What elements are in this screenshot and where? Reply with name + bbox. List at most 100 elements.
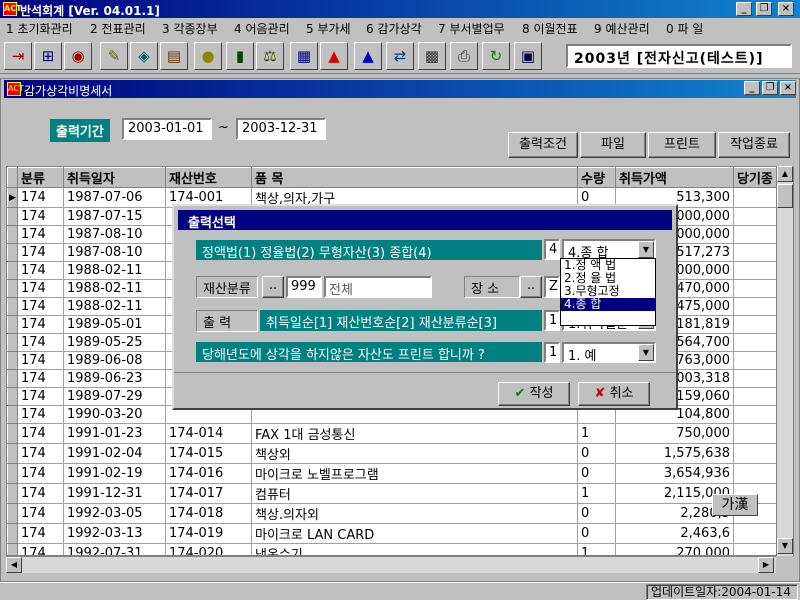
- cell-acq-date[interactable]: 1991-01-23: [63, 423, 166, 444]
- file-button[interactable]: 파일: [580, 132, 646, 158]
- menu-budget[interactable]: 9 예산관리: [594, 20, 650, 37]
- cell-category[interactable]: 174: [17, 187, 64, 208]
- cell-category[interactable]: 174: [17, 387, 64, 406]
- cell-acq-date[interactable]: 1987-07-06: [63, 187, 166, 208]
- row-selector[interactable]: [7, 297, 18, 316]
- cell-category[interactable]: 174: [17, 369, 64, 388]
- cell-category[interactable]: 174: [17, 243, 64, 262]
- ime-indicator[interactable]: 가漢: [712, 494, 758, 516]
- cell-item[interactable]: 마이크로 LAN CARD: [251, 523, 578, 544]
- scroll-right-button[interactable]: ▶: [758, 557, 774, 573]
- cell-item[interactable]: 책상외: [251, 443, 578, 464]
- cell-asset-no[interactable]: 174-016: [165, 463, 252, 484]
- cell-acq-date[interactable]: 1989-05-25: [63, 333, 166, 352]
- cell-category[interactable]: 174: [17, 225, 64, 244]
- card-icon[interactable]: ▣: [514, 42, 542, 70]
- menu-vat[interactable]: 5 부가세: [306, 20, 351, 37]
- row-selector[interactable]: [7, 261, 18, 280]
- row-selector[interactable]: [7, 351, 18, 370]
- cell-acq-date[interactable]: 1991-02-19: [63, 463, 166, 484]
- cell-item[interactable]: 컴퓨터: [251, 483, 578, 504]
- cell-acq-date[interactable]: 1989-06-08: [63, 351, 166, 370]
- scroll-up-button[interactable]: ▲: [777, 166, 793, 182]
- row-selector[interactable]: [7, 225, 18, 244]
- child-close-button[interactable]: ×: [780, 81, 796, 95]
- create-button[interactable]: ✔ 작성: [498, 382, 570, 406]
- cell-qty[interactable]: 0: [577, 503, 616, 524]
- menu-file[interactable]: 0 파 일: [666, 20, 703, 37]
- up-arrow-red-icon[interactable]: ▲: [320, 42, 348, 70]
- cancel-button[interactable]: ✘ 취소: [578, 382, 650, 406]
- close-button[interactable]: ×: [778, 2, 794, 16]
- date-to-input[interactable]: 2003-12-31: [236, 118, 326, 140]
- cell-acq-date[interactable]: 1992-07-31: [63, 543, 166, 555]
- cell-qty[interactable]: 0: [577, 443, 616, 464]
- cell-acq-date[interactable]: 1989-06-23: [63, 369, 166, 388]
- row-selector[interactable]: [7, 369, 18, 388]
- cell-acq-price[interactable]: 2,463,6: [615, 523, 734, 544]
- cell-acq-date[interactable]: 1988-02-11: [63, 261, 166, 280]
- scroll-thumb[interactable]: [777, 184, 793, 208]
- cell-category[interactable]: 174: [17, 503, 64, 524]
- restore-button[interactable]: ❐: [756, 2, 772, 16]
- cell-category[interactable]: 174: [17, 279, 64, 298]
- cell-item[interactable]: 냉온수기: [251, 543, 578, 555]
- book-icon[interactable]: ▮: [226, 42, 254, 70]
- row-selector[interactable]: [7, 443, 18, 464]
- cell-asset-no[interactable]: 174-020: [165, 543, 252, 555]
- col-acq-price[interactable]: 취득가액: [615, 167, 734, 188]
- horizontal-scrollbar[interactable]: ◀ ▶: [6, 556, 776, 573]
- row-selector[interactable]: [7, 279, 18, 298]
- cell-category[interactable]: 174: [17, 315, 64, 334]
- question-code-input[interactable]: 1: [544, 342, 560, 363]
- cell-acq-date[interactable]: 1988-02-11: [63, 297, 166, 316]
- cell-acq-date[interactable]: 1992-03-13: [63, 523, 166, 544]
- calculator-icon[interactable]: ▩: [418, 42, 446, 70]
- child-minimize-button[interactable]: _: [744, 81, 760, 95]
- vertical-scrollbar[interactable]: ▲ ▼: [776, 166, 793, 556]
- row-selector[interactable]: [7, 315, 18, 334]
- row-selector[interactable]: [7, 387, 18, 406]
- cell-acq-date[interactable]: 1987-08-10: [63, 225, 166, 244]
- method-option-selected[interactable]: 4.종 합: [561, 298, 655, 311]
- row-selector[interactable]: [7, 405, 18, 424]
- output-code-input[interactable]: 1: [544, 310, 560, 331]
- tag-icon[interactable]: ◈: [130, 42, 158, 70]
- cell-acq-date[interactable]: 1989-07-29: [63, 387, 166, 406]
- coin-disc-icon[interactable]: ●: [194, 42, 222, 70]
- method-select[interactable]: 4.종 합 ▼: [562, 239, 656, 261]
- cell-qty[interactable]: 1: [577, 423, 616, 444]
- cell-asset-no[interactable]: 174-014: [165, 423, 252, 444]
- cell-category[interactable]: 174: [17, 261, 64, 280]
- row-selector[interactable]: [7, 503, 18, 524]
- tree-icon[interactable]: ⊞: [34, 42, 62, 70]
- category-code-input[interactable]: 999: [286, 276, 322, 298]
- col-acq-date[interactable]: 취득일자: [63, 167, 166, 188]
- cell-item[interactable]: 마이크로 노벨프로그램: [251, 463, 578, 484]
- print-button[interactable]: 프린트: [648, 132, 716, 158]
- menu-init[interactable]: 1 초기화관리: [6, 20, 73, 37]
- cell-asset-no[interactable]: 174-018: [165, 503, 252, 524]
- row-selector[interactable]: [7, 543, 18, 555]
- cell-category[interactable]: 174: [17, 405, 64, 424]
- cell-item[interactable]: FAX 1대 금성통신: [251, 423, 578, 444]
- cell-acq-price[interactable]: 1,575,638: [615, 443, 734, 464]
- cell-asset-no[interactable]: 174-015: [165, 443, 252, 464]
- col-asset-no[interactable]: 재산번호: [165, 167, 252, 188]
- chevron-down-icon[interactable]: ▼: [638, 344, 654, 361]
- cell-acq-price[interactable]: 270,000: [615, 543, 734, 555]
- end-button[interactable]: 작업종료: [718, 132, 790, 158]
- table-row[interactable]: 174 1992-07-31 174-020 냉온수기 1 270,000: [7, 543, 784, 555]
- table-row[interactable]: 174 1992-03-13 174-019 마이크로 LAN CARD 0 2,463,…: [7, 523, 784, 544]
- row-selector[interactable]: [7, 243, 18, 262]
- cell-acq-date[interactable]: 1988-02-11: [63, 279, 166, 298]
- menu-notes[interactable]: 4 어음관리: [234, 20, 290, 37]
- menu-carryover[interactable]: 8 이월전표: [522, 20, 578, 37]
- row-selector[interactable]: [7, 333, 18, 352]
- child-restore-button[interactable]: ❐: [762, 81, 778, 95]
- scroll-down-button[interactable]: ▼: [777, 538, 793, 554]
- row-selector[interactable]: [7, 463, 18, 484]
- cell-qty[interactable]: 0: [577, 523, 616, 544]
- cell-acq-date[interactable]: 1992-03-05: [63, 503, 166, 524]
- cell-category[interactable]: 174: [17, 443, 64, 464]
